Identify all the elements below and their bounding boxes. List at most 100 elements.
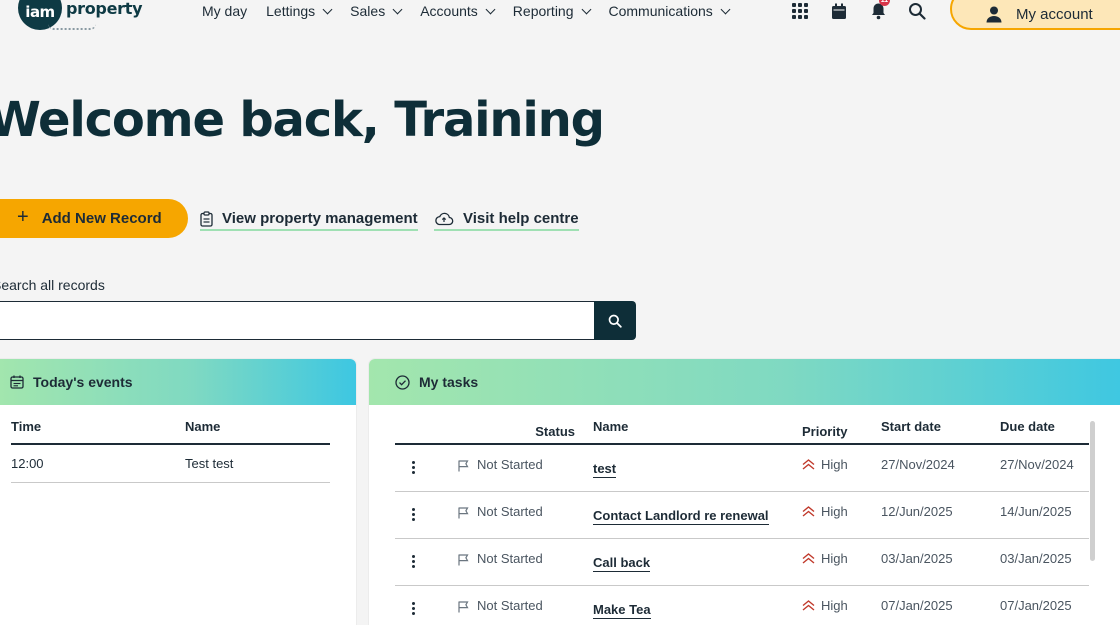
- apps-grid-icon[interactable]: [788, 0, 812, 22]
- nav-lettings[interactable]: Lettings: [266, 3, 333, 19]
- flag-icon: [458, 460, 469, 472]
- task-priority-label: High: [821, 598, 848, 613]
- task-start-date: 27/Nov/2024: [881, 457, 955, 472]
- priority-high-icon: [802, 553, 815, 564]
- logo-word: property: [66, 0, 143, 18]
- nav-reporting[interactable]: Reporting: [512, 3, 591, 19]
- search-input[interactable]: [0, 301, 596, 340]
- task-status: Not Started: [457, 504, 593, 519]
- column-header-status[interactable]: Status: [457, 419, 593, 443]
- kebab-menu-icon: [412, 555, 415, 568]
- task-priority: High: [802, 551, 881, 566]
- logo[interactable]: iam property: [18, 0, 143, 30]
- task-due-date: 27/Nov/2024: [1000, 457, 1074, 472]
- nav-label: Communications: [608, 3, 713, 19]
- nav-label: My day: [202, 3, 248, 19]
- plus-icon: +: [17, 206, 29, 228]
- visit-help-centre-link[interactable]: Visit help centre: [434, 210, 579, 231]
- table-row: Not Started test High 27/Nov/2024 27/Nov…: [395, 445, 1089, 492]
- task-name: Contact Landlord re renewal: [593, 504, 802, 525]
- page-title: Welcome back, Training: [0, 92, 605, 148]
- table-row: Not Started Contact Landlord re renewal …: [395, 492, 1089, 539]
- todays-events-header: Today's events: [0, 359, 356, 405]
- task-name-link[interactable]: Make Tea: [593, 602, 651, 619]
- add-new-record-button[interactable]: + Add New Record: [0, 199, 188, 238]
- task-name-link[interactable]: Contact Landlord re renewal: [593, 508, 769, 525]
- nav-accounts[interactable]: Accounts: [420, 3, 496, 19]
- column-header-start-date[interactable]: Start date: [881, 419, 1000, 443]
- table-row: Not Started Call back High 03/Jan/2025 0…: [395, 539, 1089, 586]
- add-record-label: Add New Record: [41, 210, 162, 227]
- page: iam property My day Lettings Sales Accou…: [0, 0, 1120, 625]
- task-status-label: Not Started: [477, 551, 543, 566]
- column-header-actions: [395, 419, 457, 443]
- row-menu-button[interactable]: [395, 551, 457, 568]
- tasks-table-header: Status Name Priority Start date Due date: [395, 419, 1089, 445]
- kebab-menu-icon: [412, 508, 415, 521]
- column-header-due-date[interactable]: Due date: [1000, 419, 1089, 443]
- todays-events-panel: Today's events Time Name 12:00 Test test: [0, 359, 356, 625]
- flag-icon: [458, 554, 469, 566]
- priority-high-icon: [802, 600, 815, 611]
- visit-help-centre-label: Visit help centre: [463, 210, 579, 227]
- priority-high-icon: [802, 459, 815, 470]
- column-header-name: Name: [185, 419, 221, 434]
- flag-icon: [458, 601, 469, 613]
- task-due-date: 14/Jun/2025: [1000, 504, 1072, 519]
- task-priority-label: High: [821, 551, 848, 566]
- my-account-button[interactable]: My account: [950, 0, 1120, 30]
- main-nav: My day Lettings Sales Accounts Reporting…: [202, 3, 748, 19]
- nav-communications[interactable]: Communications: [608, 3, 731, 19]
- chevron-down-icon: [581, 4, 591, 14]
- todays-events-title: Today's events: [33, 374, 133, 390]
- row-menu-button[interactable]: [395, 457, 457, 474]
- chevron-down-icon: [392, 4, 403, 14]
- task-status-label: Not Started: [477, 457, 543, 472]
- search-label: Search all records: [0, 277, 105, 293]
- user-icon: [986, 6, 1002, 22]
- nav-sales[interactable]: Sales: [350, 3, 403, 19]
- account-label: My account: [1016, 5, 1093, 23]
- column-header-name[interactable]: Name: [593, 419, 802, 443]
- table-row[interactable]: 12:00 Test test: [11, 445, 330, 483]
- task-name-link[interactable]: Call back: [593, 555, 651, 572]
- my-tasks-title: My tasks: [419, 374, 479, 390]
- my-tasks-header: My tasks: [369, 359, 1120, 405]
- search-icon[interactable]: [905, 0, 929, 22]
- view-property-management-link[interactable]: View property management: [200, 210, 418, 231]
- top-navigation: iam property My day Lettings Sales Accou…: [0, 0, 1120, 40]
- task-due-date: 03/Jan/2025: [1000, 551, 1072, 566]
- search-button[interactable]: [594, 301, 636, 340]
- row-menu-button[interactable]: [395, 598, 457, 615]
- bell-icon[interactable]: 11: [866, 0, 890, 22]
- task-status: Not Started: [457, 598, 593, 613]
- task-name-link[interactable]: test: [593, 461, 617, 478]
- chevron-down-icon: [322, 4, 333, 14]
- priority-high-icon: [802, 506, 815, 517]
- tasks-scrollbar[interactable]: [1090, 421, 1095, 561]
- nav-label: Lettings: [266, 3, 316, 19]
- chevron-down-icon: [485, 4, 496, 14]
- nav-label: Reporting: [512, 3, 574, 19]
- kebab-menu-icon: [412, 602, 415, 615]
- task-name: test: [593, 457, 802, 478]
- view-property-management-label: View property management: [222, 210, 418, 227]
- cloud-icon: [435, 212, 454, 225]
- clipboard-icon: [200, 210, 213, 227]
- task-status: Not Started: [457, 457, 593, 472]
- task-due-date: 07/Jan/2025: [1000, 598, 1072, 613]
- event-time: 12:00: [11, 456, 44, 471]
- events-table: Time Name 12:00 Test test: [11, 419, 330, 483]
- column-header-priority[interactable]: Priority: [802, 419, 881, 443]
- calendar-icon: [10, 375, 24, 389]
- search-icon: [608, 314, 622, 328]
- flag-icon: [458, 507, 469, 519]
- task-priority: High: [802, 457, 881, 472]
- nav-my-day[interactable]: My day: [202, 3, 247, 19]
- task-start-date: 03/Jan/2025: [881, 551, 953, 566]
- task-status-label: Not Started: [477, 598, 543, 613]
- calendar-icon[interactable]: [827, 0, 851, 22]
- row-menu-button[interactable]: [395, 504, 457, 521]
- task-start-date: 07/Jan/2025: [881, 598, 953, 613]
- task-status: Not Started: [457, 551, 593, 566]
